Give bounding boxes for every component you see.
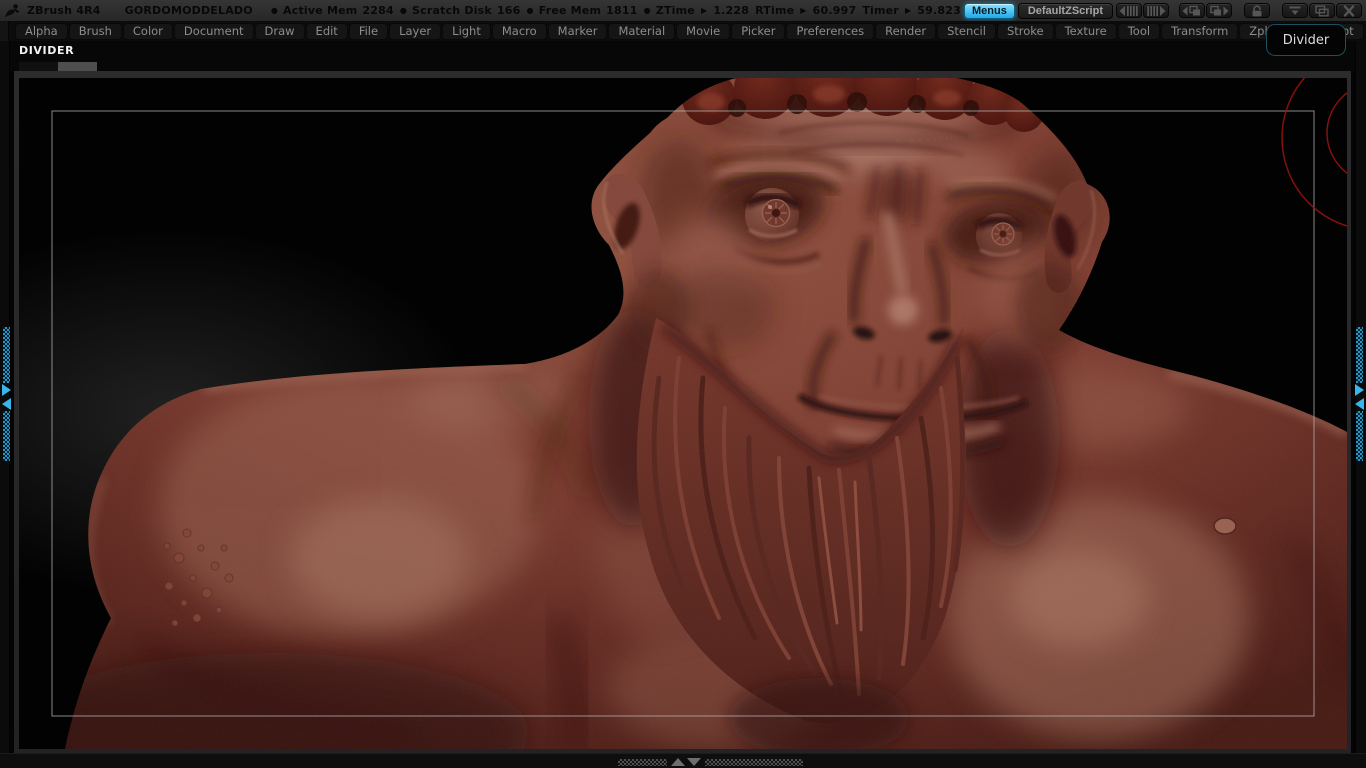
- menu-item-texture[interactable]: Texture: [1055, 23, 1116, 39]
- bullet-icon: ●: [643, 5, 651, 15]
- bullet-icon: ●: [399, 5, 408, 15]
- menu-item-draw[interactable]: Draw: [255, 23, 304, 39]
- move-left-icon: [1182, 5, 1200, 15]
- move-left-button[interactable]: [1179, 3, 1205, 18]
- divider-slider-handle[interactable]: [58, 62, 97, 71]
- stat-timer: Timer ▶ 59.823: [862, 4, 961, 17]
- document-canvas[interactable]: [19, 78, 1347, 749]
- menu-bar: Alpha Brush Color Document Draw Edit Fil…: [0, 21, 1366, 42]
- menu-item-material[interactable]: Material: [609, 23, 675, 39]
- triangle-right-icon[interactable]: [1354, 384, 1364, 396]
- menu-item-document[interactable]: Document: [174, 23, 253, 39]
- title-bar-controls: Menus DefaultZScript: [963, 2, 1362, 19]
- arrow-icon: ▶: [700, 6, 708, 15]
- divider-button[interactable]: Divider: [1266, 24, 1346, 56]
- menu-item-layer[interactable]: Layer: [390, 23, 441, 39]
- menu-item-brush[interactable]: Brush: [69, 23, 121, 39]
- bottom-scrollbar-track-right[interactable]: [705, 758, 803, 766]
- left-scrollbar-track-top[interactable]: [2, 327, 10, 383]
- bullet-icon: ●: [526, 5, 534, 15]
- arrow-icon: ▶: [800, 6, 807, 15]
- menu-item-picker[interactable]: Picker: [732, 23, 785, 39]
- menu-item-stroke[interactable]: Stroke: [997, 23, 1053, 39]
- close-button[interactable]: [1336, 3, 1362, 18]
- triangle-up-icon[interactable]: [671, 758, 685, 766]
- menu-item-color[interactable]: Color: [123, 23, 172, 39]
- minimize-icon: [1289, 6, 1301, 15]
- triangle-left-icon[interactable]: [1354, 398, 1364, 410]
- lock-button[interactable]: [1244, 3, 1270, 18]
- triangle-down-icon[interactable]: [687, 758, 701, 766]
- canvas-border: [14, 71, 1351, 753]
- sculpt-viewport-art: [19, 78, 1347, 749]
- left-scrollbar-track-bottom[interactable]: [2, 411, 10, 461]
- scroll-left-button[interactable]: [1116, 3, 1142, 18]
- divider-slider[interactable]: [19, 62, 97, 71]
- menu-item-file[interactable]: File: [349, 23, 388, 39]
- bottom-scrollbar: [618, 758, 803, 766]
- stat-free-mem: ● Free Mem 1811: [526, 4, 638, 17]
- stat-scratch-disk: ● Scratch Disk 166: [399, 4, 521, 17]
- zbrush-window: ZBrush 4R4 GORDOMODDELADO ● Active Mem 2…: [0, 0, 1366, 768]
- move-right-icon: [1210, 5, 1229, 15]
- app-title: ZBrush 4R4: [27, 4, 101, 17]
- divider-panel: DIVIDER: [0, 41, 1366, 71]
- stat-active-mem: ● Active Mem 2284: [270, 4, 394, 17]
- title-bar: ZBrush 4R4 GORDOMODDELADO ● Active Mem 2…: [0, 0, 1366, 22]
- divider-panel-title: DIVIDER: [19, 44, 75, 57]
- stat-ztime: ● ZTime ▶ 1.228: [643, 4, 750, 17]
- menu-item-render[interactable]: Render: [876, 23, 936, 39]
- stat-rtime: RTime ▶ 60.997: [755, 4, 857, 17]
- scroll-right-icon: [1147, 5, 1166, 16]
- menu-item-alpha[interactable]: Alpha: [16, 23, 67, 39]
- left-scrollbar: [1, 327, 11, 461]
- menu-item-macro[interactable]: Macro: [492, 23, 546, 39]
- menu-item-light[interactable]: Light: [443, 23, 490, 39]
- default-zscript-button[interactable]: DefaultZScript: [1017, 2, 1113, 19]
- restore-icon: [1315, 5, 1329, 17]
- scroll-left-icon: [1119, 5, 1138, 16]
- bottom-scrollbar-track-left[interactable]: [618, 758, 667, 766]
- arrow-icon: ▶: [904, 6, 912, 15]
- menu-item-movie[interactable]: Movie: [677, 23, 730, 39]
- menu-item-stencil[interactable]: Stencil: [938, 23, 995, 39]
- triangle-right-icon[interactable]: [1, 384, 11, 396]
- close-icon: [1343, 4, 1355, 17]
- minimize-button[interactable]: [1282, 3, 1308, 18]
- skin-noise: [65, 78, 1347, 749]
- menu-item-edit[interactable]: Edit: [306, 23, 347, 39]
- right-scrollbar-track-bottom[interactable]: [1355, 411, 1363, 461]
- zbrush-logo-icon: [5, 3, 20, 17]
- divider-slider-track: [19, 62, 58, 71]
- memory-stats: ● Active Mem 2284 ● Scratch Disk 166 ● F…: [271, 4, 961, 17]
- bullet-icon: ●: [270, 5, 279, 15]
- lock-icon: [1252, 4, 1262, 16]
- menu-items: Alpha Brush Color Document Draw Edit Fil…: [16, 23, 1366, 39]
- left-tray-handle[interactable]: [0, 21, 9, 41]
- bottom-bar: [0, 753, 1366, 768]
- document-name: GORDOMODDELADO: [124, 4, 253, 17]
- menu-item-tool[interactable]: Tool: [1118, 23, 1160, 39]
- sculpt-shading: [65, 78, 1347, 749]
- move-right-button[interactable]: [1206, 3, 1232, 18]
- menus-button[interactable]: Menus: [963, 2, 1015, 19]
- right-scrollbar: [1354, 327, 1364, 461]
- menu-item-preferences[interactable]: Preferences: [787, 23, 874, 39]
- right-scrollbar-track-top[interactable]: [1355, 327, 1363, 383]
- triangle-left-icon[interactable]: [1, 398, 11, 410]
- scroll-right-button[interactable]: [1143, 3, 1169, 18]
- menu-item-transform[interactable]: Transform: [1162, 23, 1238, 39]
- restore-button[interactable]: [1309, 3, 1335, 18]
- menu-item-marker[interactable]: Marker: [548, 23, 607, 39]
